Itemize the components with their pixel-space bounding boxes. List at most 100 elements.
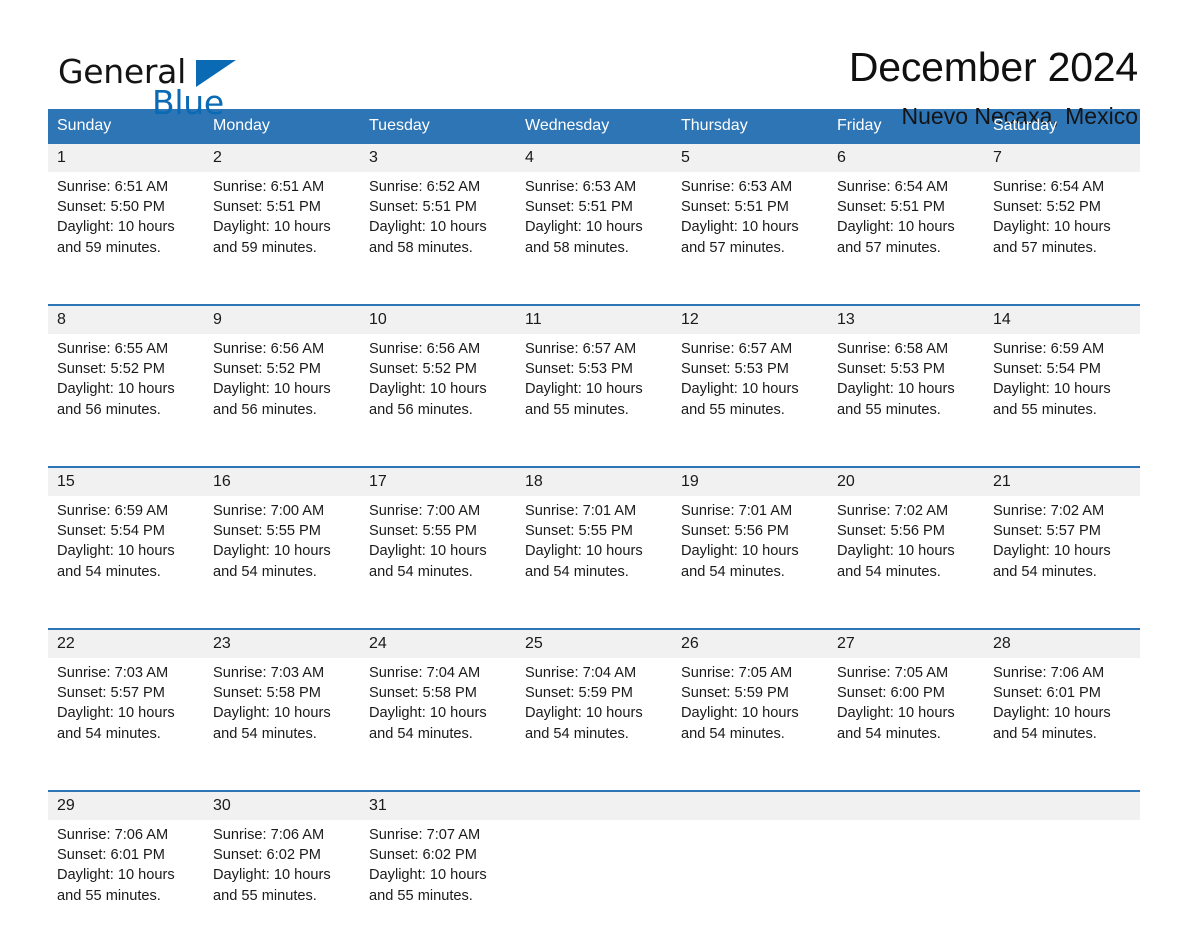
daylight-text-line2: and 56 minutes. [57, 401, 161, 418]
day-cell[interactable]: Sunrise: 6:53 AM Sunset: 5:51 PM Dayligh… [672, 172, 828, 305]
day-cell[interactable]: Sunrise: 6:54 AM Sunset: 5:51 PM Dayligh… [828, 172, 984, 305]
day-number[interactable]: 12 [672, 304, 828, 334]
day-number[interactable]: 28 [984, 628, 1140, 658]
daylight-text-line2: and 54 minutes. [57, 563, 161, 580]
day-cell[interactable]: Sunrise: 6:58 AM Sunset: 5:53 PM Dayligh… [828, 334, 984, 467]
day-number[interactable]: 7 [984, 144, 1140, 172]
day-cell[interactable]: Sunrise: 6:53 AM Sunset: 5:51 PM Dayligh… [516, 172, 672, 305]
daylight-text-line1: Daylight: 10 hours [837, 381, 955, 398]
day-number[interactable]: 5 [672, 144, 828, 172]
day-number[interactable]: 4 [516, 144, 672, 172]
day-cell[interactable]: Sunrise: 7:05 AM Sunset: 6:00 PM Dayligh… [828, 658, 984, 791]
daylight-text-line1: Daylight: 10 hours [837, 705, 955, 722]
day-cell[interactable]: Sunrise: 7:07 AM Sunset: 6:02 PM Dayligh… [360, 820, 516, 952]
day-cell[interactable]: Sunrise: 7:05 AM Sunset: 5:59 PM Dayligh… [672, 658, 828, 791]
day-number[interactable]: 8 [48, 304, 204, 334]
day-cell[interactable]: Sunrise: 7:04 AM Sunset: 5:59 PM Dayligh… [516, 658, 672, 791]
day-cell[interactable]: Sunrise: 7:06 AM Sunset: 6:01 PM Dayligh… [48, 820, 204, 952]
sunrise-text: Sunrise: 6:55 AM [57, 341, 169, 357]
sunset-text: Sunset: 6:01 PM [993, 685, 1101, 702]
day-cell[interactable]: Sunrise: 6:56 AM Sunset: 5:52 PM Dayligh… [360, 334, 516, 467]
daylight-text-line2: and 54 minutes. [837, 725, 941, 742]
sunset-text: Sunset: 5:55 PM [369, 523, 477, 540]
day-number[interactable]: 22 [48, 628, 204, 658]
daylight-text-line1: Daylight: 10 hours [57, 219, 175, 236]
day-cell[interactable]: Sunrise: 6:56 AM Sunset: 5:52 PM Dayligh… [204, 334, 360, 467]
general-blue-logo[interactable]: General Blue [48, 46, 248, 124]
day-number[interactable]: 29 [48, 790, 204, 820]
day-number[interactable]: 19 [672, 466, 828, 496]
day-cell[interactable]: Sunrise: 6:54 AM Sunset: 5:52 PM Dayligh… [984, 172, 1140, 305]
day-number[interactable]: 2 [204, 144, 360, 172]
sunrise-text: Sunrise: 7:00 AM [369, 503, 481, 519]
sunset-text: Sunset: 5:52 PM [369, 361, 477, 378]
weekday-header-thursday: Thursday [672, 109, 828, 144]
day-cell[interactable]: Sunrise: 6:51 AM Sunset: 5:50 PM Dayligh… [48, 172, 204, 305]
week-daynum-row: 22 23 24 25 26 27 28 [48, 628, 1140, 658]
day-cell[interactable]: Sunrise: 7:01 AM Sunset: 5:56 PM Dayligh… [672, 496, 828, 629]
day-number[interactable]: 14 [984, 304, 1140, 334]
day-number[interactable]: 3 [360, 144, 516, 172]
day-number[interactable]: 10 [360, 304, 516, 334]
daylight-text-line1: Daylight: 10 hours [681, 381, 799, 398]
day-number[interactable]: 30 [204, 790, 360, 820]
day-number[interactable]: 1 [48, 144, 204, 172]
sunset-text: Sunset: 6:01 PM [57, 847, 165, 864]
daylight-text-line1: Daylight: 10 hours [213, 219, 331, 236]
day-number[interactable]: 11 [516, 304, 672, 334]
day-number[interactable]: 9 [204, 304, 360, 334]
sunset-text: Sunset: 5:56 PM [837, 523, 945, 540]
day-number[interactable]: 31 [360, 790, 516, 820]
day-cell[interactable]: Sunrise: 6:57 AM Sunset: 5:53 PM Dayligh… [672, 334, 828, 467]
page-title: December 2024 [848, 44, 1138, 90]
day-number[interactable]: 21 [984, 466, 1140, 496]
sunset-text: Sunset: 5:51 PM [837, 199, 945, 216]
sunset-text: Sunset: 5:55 PM [525, 523, 633, 540]
day-number[interactable]: 23 [204, 628, 360, 658]
day-cell[interactable]: Sunrise: 7:03 AM Sunset: 5:58 PM Dayligh… [204, 658, 360, 791]
day-number[interactable]: 27 [828, 628, 984, 658]
day-number[interactable]: 25 [516, 628, 672, 658]
sunset-text: Sunset: 5:51 PM [525, 199, 633, 216]
day-cell[interactable]: Sunrise: 6:59 AM Sunset: 5:54 PM Dayligh… [48, 496, 204, 629]
sunrise-text: Sunrise: 6:56 AM [369, 341, 481, 357]
daylight-text-line2: and 57 minutes. [681, 239, 785, 256]
day-cell[interactable]: Sunrise: 7:00 AM Sunset: 5:55 PM Dayligh… [360, 496, 516, 629]
logo-text-blue: Blue [152, 83, 224, 122]
day-number[interactable]: 24 [360, 628, 516, 658]
day-cell[interactable]: Sunrise: 6:55 AM Sunset: 5:52 PM Dayligh… [48, 334, 204, 467]
daylight-text-line2: and 54 minutes. [369, 563, 473, 580]
sunset-text: Sunset: 5:53 PM [837, 361, 945, 378]
day-number[interactable]: 6 [828, 144, 984, 172]
daylight-text-line2: and 56 minutes. [369, 401, 473, 418]
day-number[interactable]: 26 [672, 628, 828, 658]
sunset-text: Sunset: 5:52 PM [993, 199, 1101, 216]
day-number[interactable]: 17 [360, 466, 516, 496]
sunset-text: Sunset: 5:58 PM [369, 685, 477, 702]
week-daynum-row: 15 16 17 18 19 20 21 [48, 466, 1140, 496]
day-cell[interactable]: Sunrise: 7:02 AM Sunset: 5:56 PM Dayligh… [828, 496, 984, 629]
day-cell[interactable]: Sunrise: 7:00 AM Sunset: 5:55 PM Dayligh… [204, 496, 360, 629]
day-cell[interactable]: Sunrise: 6:51 AM Sunset: 5:51 PM Dayligh… [204, 172, 360, 305]
day-cell[interactable]: Sunrise: 7:04 AM Sunset: 5:58 PM Dayligh… [360, 658, 516, 791]
sunrise-text: Sunrise: 6:57 AM [525, 341, 637, 357]
day-cell[interactable]: Sunrise: 7:06 AM Sunset: 6:01 PM Dayligh… [984, 658, 1140, 791]
day-number[interactable]: 18 [516, 466, 672, 496]
week-info-row: Sunrise: 7:03 AM Sunset: 5:57 PM Dayligh… [48, 658, 1140, 791]
day-cell[interactable]: Sunrise: 7:03 AM Sunset: 5:57 PM Dayligh… [48, 658, 204, 791]
daylight-text-line1: Daylight: 10 hours [57, 543, 175, 560]
day-number[interactable]: 16 [204, 466, 360, 496]
sunrise-text: Sunrise: 7:04 AM [369, 665, 481, 681]
day-cell[interactable]: Sunrise: 7:02 AM Sunset: 5:57 PM Dayligh… [984, 496, 1140, 629]
day-number[interactable]: 13 [828, 304, 984, 334]
day-cell[interactable]: Sunrise: 7:06 AM Sunset: 6:02 PM Dayligh… [204, 820, 360, 952]
day-cell[interactable]: Sunrise: 7:01 AM Sunset: 5:55 PM Dayligh… [516, 496, 672, 629]
daylight-text-line1: Daylight: 10 hours [369, 219, 487, 236]
day-cell[interactable]: Sunrise: 6:59 AM Sunset: 5:54 PM Dayligh… [984, 334, 1140, 467]
sunset-text: Sunset: 6:02 PM [369, 847, 477, 864]
day-cell[interactable]: Sunrise: 6:57 AM Sunset: 5:53 PM Dayligh… [516, 334, 672, 467]
day-number[interactable]: 15 [48, 466, 204, 496]
day-cell[interactable]: Sunrise: 6:52 AM Sunset: 5:51 PM Dayligh… [360, 172, 516, 305]
sunset-text: Sunset: 5:58 PM [213, 685, 321, 702]
day-number[interactable]: 20 [828, 466, 984, 496]
